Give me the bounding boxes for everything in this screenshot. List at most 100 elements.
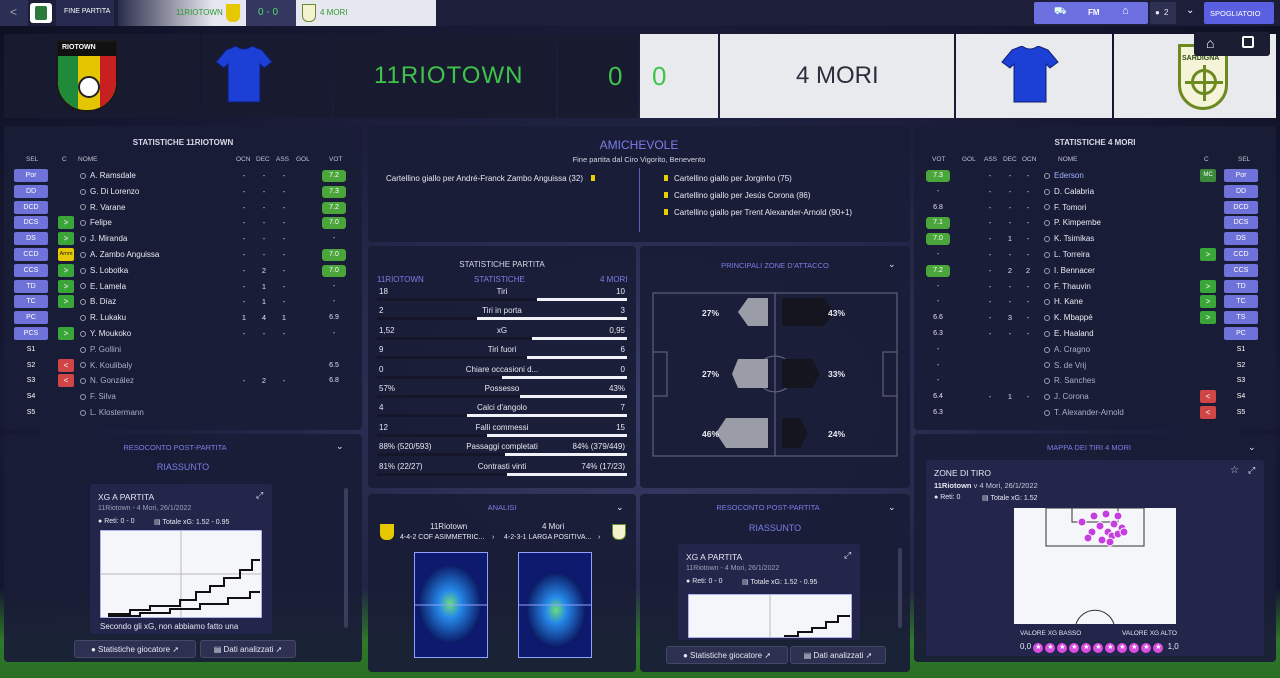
- sub-arrow-icon[interactable]: >: [1200, 311, 1216, 325]
- player-name[interactable]: N. González: [80, 373, 134, 388]
- position-badge[interactable]: DCS: [1224, 216, 1258, 230]
- shot-marker[interactable]: [1119, 527, 1129, 537]
- position-badge[interactable]: S2: [1224, 359, 1258, 372]
- player-row[interactable]: - S. de Vrij S2: [914, 358, 1276, 374]
- player-row[interactable]: 6.3 T. Alexander-Arnold < S5: [914, 405, 1276, 421]
- chevron-down-icon[interactable]: ⌄: [336, 441, 344, 452]
- player-row[interactable]: - - - - F. Thauvin > TD: [914, 279, 1276, 295]
- player-name[interactable]: J. Corona: [1044, 389, 1089, 404]
- position-badge[interactable]: PCS: [14, 327, 48, 340]
- player-name[interactable]: H. Kane: [1044, 294, 1083, 309]
- player-row[interactable]: 7.0 - 1 - K. Tsimikas DS: [914, 231, 1276, 247]
- position-badge[interactable]: PC: [1224, 327, 1258, 340]
- position-badge[interactable]: Por: [1224, 169, 1258, 182]
- player-row[interactable]: S4 F. Silva: [4, 389, 362, 405]
- player-name[interactable]: P. Gollini: [80, 342, 121, 357]
- player-row[interactable]: 7.1 - - - P. Kimpembe DCS: [914, 215, 1276, 231]
- home-formation[interactable]: 4-4-2 COF ASIMMETRIC...: [400, 534, 484, 541]
- position-badge[interactable]: S4: [14, 390, 48, 403]
- player-row[interactable]: S1 P. Gollini: [4, 342, 362, 358]
- position-badge[interactable]: CCS: [1224, 263, 1258, 277]
- sub-arrow-icon[interactable]: <: [58, 374, 74, 388]
- player-row[interactable]: 7.2 - 2 2 I. Bennacer CCS: [914, 263, 1276, 279]
- player-row[interactable]: S3 < N. González - 2 - 6.8: [4, 373, 362, 389]
- position-badge[interactable]: DS: [14, 232, 48, 246]
- player-name[interactable]: K. Tsimikas: [1044, 231, 1094, 246]
- chevron-down-icon[interactable]: ⌄: [888, 502, 896, 513]
- home-icon[interactable]: ⌂: [1122, 5, 1129, 17]
- position-badge[interactable]: CCD: [14, 248, 48, 261]
- position-badge[interactable]: DCD: [14, 200, 48, 214]
- transfer-icon[interactable]: ⛟: [1054, 6, 1067, 19]
- player-row[interactable]: 6.3 - - - E. Haaland PC: [914, 326, 1276, 342]
- position-badge[interactable]: DCS: [14, 216, 48, 230]
- player-name[interactable]: R. Sanches: [1044, 373, 1095, 388]
- player-row[interactable]: 6.4 - 1 - J. Corona < S4: [914, 389, 1276, 405]
- player-name[interactable]: A. Ramsdale: [80, 168, 136, 183]
- player-row[interactable]: 6.8 - - - F. Tomori DCD: [914, 200, 1276, 216]
- sub-arrow-icon[interactable]: <: [1200, 390, 1216, 404]
- player-name[interactable]: E. Haaland: [1044, 326, 1094, 341]
- player-name[interactable]: D. Calabria: [1044, 184, 1094, 199]
- formation-arrow-icon[interactable]: ›: [598, 534, 600, 541]
- chevron-down-icon[interactable]: ⌄: [1180, 2, 1202, 24]
- position-badge[interactable]: Por: [14, 169, 48, 182]
- fm-button[interactable]: FM: [1088, 8, 1100, 17]
- player-row[interactable]: CCS > S. Lobotka - 2 - 7.0: [4, 263, 362, 279]
- analysed-data-button[interactable]: ▤ Dati analizzati ➚: [200, 640, 296, 658]
- position-badge[interactable]: CCS: [14, 263, 48, 277]
- shot-marker[interactable]: [1097, 535, 1107, 545]
- position-badge[interactable]: TD: [14, 279, 48, 293]
- chevron-down-icon[interactable]: ⌄: [1248, 442, 1256, 453]
- expand-icon[interactable]: ⤢: [844, 550, 851, 561]
- player-name[interactable]: G. Di Lorenzo: [80, 184, 139, 199]
- sub-arrow-icon[interactable]: >: [1200, 248, 1216, 261]
- shot-marker[interactable]: [1089, 511, 1099, 521]
- position-badge[interactable]: S5: [14, 406, 48, 419]
- player-name[interactable]: K. Koulibaly: [80, 358, 132, 373]
- player-name[interactable]: Felipe: [80, 215, 112, 230]
- sub-arrow-icon[interactable]: <: [1200, 406, 1216, 419]
- position-badge[interactable]: TS: [1224, 311, 1258, 325]
- expand-icon[interactable]: ⤢: [256, 490, 263, 501]
- player-stats-button[interactable]: ● Statistiche giocatore ➚: [666, 646, 788, 664]
- analysed-data-button[interactable]: ▤ Dati analizzati ➚: [790, 646, 886, 664]
- position-badge[interactable]: S2: [14, 359, 48, 372]
- position-badge[interactable]: DS: [1224, 232, 1258, 246]
- player-row[interactable]: 6.6 - 3 - K. Mbappé > TS: [914, 310, 1276, 326]
- save-icon[interactable]: [1242, 36, 1254, 48]
- player-name[interactable]: A. Zambo Anguissa: [80, 247, 159, 262]
- star-icon[interactable]: ☆: [1230, 465, 1239, 476]
- user-count[interactable]: ● 2: [1150, 2, 1176, 24]
- position-badge[interactable]: S4: [1224, 390, 1258, 403]
- shot-marker[interactable]: [1113, 511, 1123, 521]
- expand-icon[interactable]: ⤢: [1248, 465, 1255, 476]
- position-badge[interactable]: S1: [1224, 343, 1258, 356]
- player-name[interactable]: S. de Vrij: [1044, 358, 1086, 373]
- sub-arrow-icon[interactable]: >: [1200, 295, 1216, 309]
- player-row[interactable]: S5 L. Klostermann: [4, 405, 362, 421]
- sub-arrow-icon[interactable]: >: [58, 279, 74, 293]
- position-badge[interactable]: DD: [1224, 184, 1258, 198]
- player-name[interactable]: P. Kimpembe: [1044, 215, 1101, 230]
- back-button[interactable]: <: [0, 0, 28, 26]
- sub-arrow-icon[interactable]: >: [58, 216, 74, 230]
- player-row[interactable]: TD > E. Lamela - 1 - -: [4, 279, 362, 295]
- position-badge[interactable]: DD: [14, 184, 48, 198]
- player-name[interactable]: T. Alexander-Arnold: [1044, 405, 1124, 420]
- chevron-down-icon[interactable]: ⌄: [616, 502, 624, 513]
- player-name[interactable]: R. Varane: [80, 200, 125, 215]
- position-badge[interactable]: S5: [1224, 406, 1258, 419]
- player-name[interactable]: L. Torreira: [1044, 247, 1090, 262]
- player-name[interactable]: A. Cragno: [1044, 342, 1090, 357]
- sub-arrow-icon[interactable]: >: [58, 263, 74, 277]
- spogliatoio-button[interactable]: SPOGLIATOIO: [1204, 2, 1274, 24]
- shot-marker[interactable]: [1101, 509, 1111, 519]
- scrollbar[interactable]: [344, 488, 348, 628]
- shot-marker[interactable]: [1083, 533, 1093, 543]
- player-row[interactable]: DD G. Di Lorenzo - - - 7.3: [4, 184, 362, 200]
- player-row[interactable]: - A. Cragno S1: [914, 342, 1276, 358]
- player-row[interactable]: CCD Amm A. Zambo Anguissa - - - 7.0: [4, 247, 362, 263]
- position-badge[interactable]: TD: [1224, 279, 1258, 293]
- home-shortcut-icon[interactable]: ⌂: [1206, 35, 1214, 51]
